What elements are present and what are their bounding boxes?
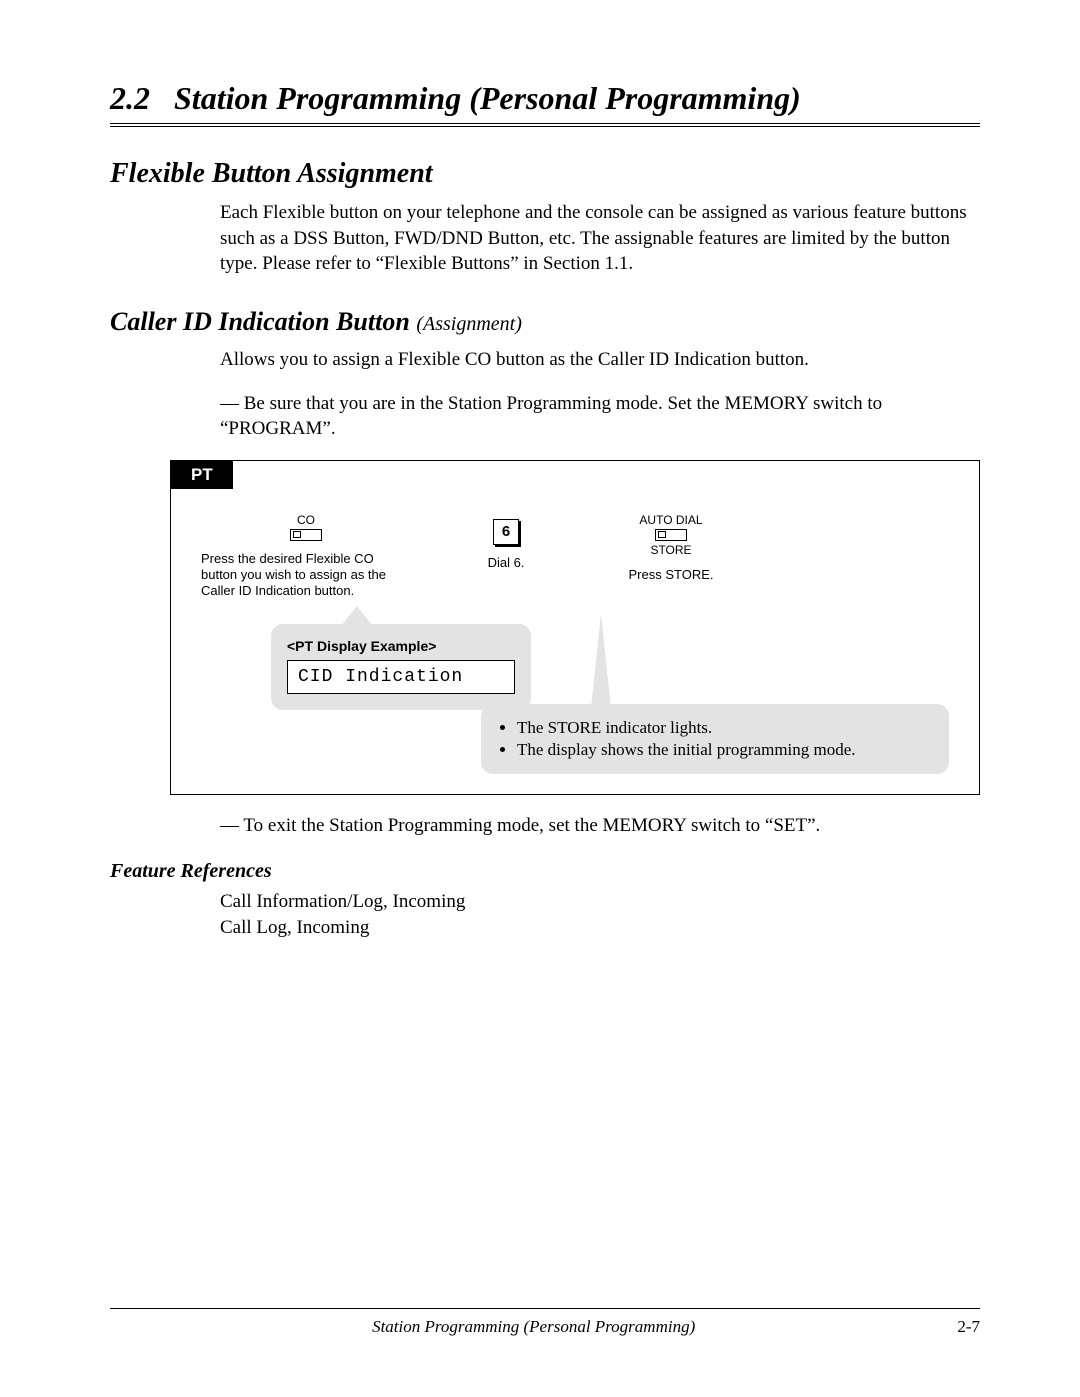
pt-tab: PT xyxy=(171,461,233,489)
fba-heading: Flexible Button Assignment xyxy=(110,158,980,190)
lcd-display: CID Indication xyxy=(287,660,515,694)
step2-caption: Dial 6. xyxy=(471,555,541,571)
fba-paragraph: Each Flexible button on your telephone a… xyxy=(220,200,980,277)
section-title-text: Station Programming (Personal Programmin… xyxy=(174,80,801,116)
display-example-callout: <PT Display Example> CID Indication xyxy=(271,624,531,710)
step-co: CO Press the desired Flexible CO button … xyxy=(201,513,411,600)
step3-caption: Press STORE. xyxy=(601,567,741,583)
cid-heading: Caller ID Indication Button (Assignment) xyxy=(110,307,980,337)
footer-title: Station Programming (Personal Programmin… xyxy=(110,1317,957,1337)
feature-ref-item-2: Call Log, Incoming xyxy=(220,915,980,941)
procedure-steps: CO Press the desired Flexible CO button … xyxy=(171,489,979,610)
cid-intro: Allows you to assign a Flexible CO butto… xyxy=(220,347,980,373)
page-footer: Station Programming (Personal Programmin… xyxy=(110,1308,980,1337)
feature-refs-heading: Feature References xyxy=(110,860,980,883)
section-number: 2.2 xyxy=(110,80,150,116)
cid-heading-main: Caller ID Indication Button xyxy=(110,307,416,336)
feature-ref-item-1: Call Information/Log, Incoming xyxy=(220,889,980,915)
footer-page-number: 2-7 xyxy=(957,1317,980,1337)
autodial-label: AUTO DIAL xyxy=(601,513,741,527)
title-rule xyxy=(110,123,980,130)
section-title: 2.2 Station Programming (Personal Progra… xyxy=(110,80,980,117)
store-note-1: The STORE indicator lights. xyxy=(517,718,931,738)
cid-note1: — Be sure that you are in the Station Pr… xyxy=(220,391,980,442)
store-note-2: The display shows the initial programmin… xyxy=(517,740,931,760)
exit-note: — To exit the Station Programming mode, … xyxy=(220,813,980,839)
procedure-box: PT CO Press the desired Flexible CO butt… xyxy=(170,460,980,795)
dial-key-icon: 6 xyxy=(493,519,519,545)
step-store: AUTO DIAL STORE Press STORE. xyxy=(601,513,741,583)
store-button-icon xyxy=(655,529,687,541)
display-example-title: <PT Display Example> xyxy=(287,638,515,654)
cid-heading-paren: (Assignment) xyxy=(416,313,522,335)
step-dial6: 6 Dial 6. xyxy=(471,513,541,571)
store-label: STORE xyxy=(601,543,741,557)
step1-caption: Press the desired Flexible CO button you… xyxy=(201,551,411,600)
co-label: CO xyxy=(201,513,411,527)
co-button-icon xyxy=(290,529,322,541)
store-notes-callout: The STORE indicator lights. The display … xyxy=(481,704,949,774)
